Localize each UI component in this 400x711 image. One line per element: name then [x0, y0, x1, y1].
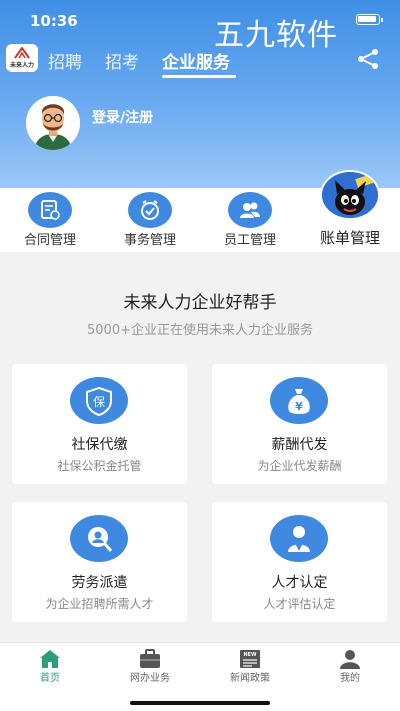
services-title: 未来人力企业好帮手: [123, 293, 277, 313]
insurance-glyph: 保: [93, 395, 105, 409]
home-icon: [40, 650, 60, 668]
tab-home[interactable]: 首页: [0, 643, 100, 693]
person-badge-icon: [270, 515, 328, 562]
logo-mark-icon: [14, 47, 30, 59]
money-bag-icon: ¥: [270, 377, 328, 424]
contract-icon: [28, 192, 72, 228]
service-desc: 为企业代发薪酬: [257, 459, 342, 473]
home-indicator: [130, 701, 270, 705]
service-desc: 社保公积金托管: [57, 459, 142, 473]
clock-icon: [128, 192, 172, 228]
cat-mascot-icon[interactable]: [320, 170, 380, 220]
active-tab-indicator: [162, 75, 236, 78]
tab-online-business[interactable]: 网办业务: [100, 643, 200, 693]
tab-label: 新闻政策: [230, 673, 270, 684]
quick-label: 员工管理: [223, 233, 276, 248]
quick-employee-management[interactable]: 员工管理: [200, 188, 300, 252]
avatar[interactable]: [26, 96, 80, 150]
tab-label: 首页: [40, 673, 60, 684]
service-card-labor-dispatch[interactable]: 劳务派遣 为企业招聘所需人才: [12, 502, 187, 622]
battery-icon: [356, 14, 383, 25]
briefcase-icon: [140, 649, 160, 668]
service-desc: 为企业招聘所需人才: [45, 597, 154, 611]
services-subtitle: 5000+企业正在使用未来人力企业服务: [87, 323, 313, 338]
quick-label: 账单管理: [319, 229, 380, 247]
app-logo: 未来人力: [6, 44, 38, 72]
service-desc: 人才评估认定: [263, 597, 336, 611]
service-title: 薪酬代发: [271, 437, 328, 453]
tab-mine[interactable]: 我的: [300, 643, 400, 693]
service-card-salary[interactable]: ¥ 薪酬代发 为企业代发薪酬: [212, 364, 387, 484]
service-title: 劳务派遣: [71, 575, 128, 591]
quick-contract-management[interactable]: 合同管理: [0, 188, 100, 252]
share-icon[interactable]: [356, 48, 380, 70]
currency-glyph: ¥: [295, 400, 303, 413]
insurance-shield-icon: 保: [70, 377, 128, 424]
quick-label: 事务管理: [123, 233, 176, 248]
tab-label: 网办业务: [130, 673, 170, 684]
services-section: 未来人力企业好帮手 5000+企业正在使用未来人力企业服务 保 社保代缴 社保公…: [0, 260, 400, 642]
login-register-link[interactable]: 登录/注册: [92, 107, 153, 127]
service-title: 社保代缴: [71, 437, 128, 453]
tab-enterprise-service[interactable]: 企业服务: [162, 48, 230, 73]
profile-icon: [340, 650, 360, 669]
app-header: 10:36 五九软件 未来人力 招聘 招考 企业服务 登录/注册: [0, 0, 400, 188]
quick-label: 合同管理: [23, 233, 76, 248]
tab-recruit[interactable]: 招聘: [48, 48, 82, 73]
tab-label: 我的: [340, 673, 360, 684]
logo-text: 未来人力: [9, 62, 34, 69]
news-badge: NEW: [243, 652, 257, 658]
search-person-icon: [70, 515, 128, 562]
tab-exam[interactable]: 招考: [105, 48, 139, 73]
service-card-talent-certification[interactable]: 人才认定 人才评估认定: [212, 502, 387, 622]
tab-news-policy[interactable]: NEW 新闻政策: [200, 643, 300, 693]
service-title: 人才认定: [271, 575, 328, 591]
quick-affairs-management[interactable]: 事务管理: [100, 188, 200, 252]
avatar-icon: [26, 96, 80, 150]
watermark: 五九软件: [214, 18, 338, 53]
news-icon: NEW: [240, 650, 260, 668]
users-icon: [228, 192, 272, 228]
status-time: 10:36: [30, 12, 78, 30]
service-card-social-insurance[interactable]: 保 社保代缴 社保公积金托管: [12, 364, 187, 484]
